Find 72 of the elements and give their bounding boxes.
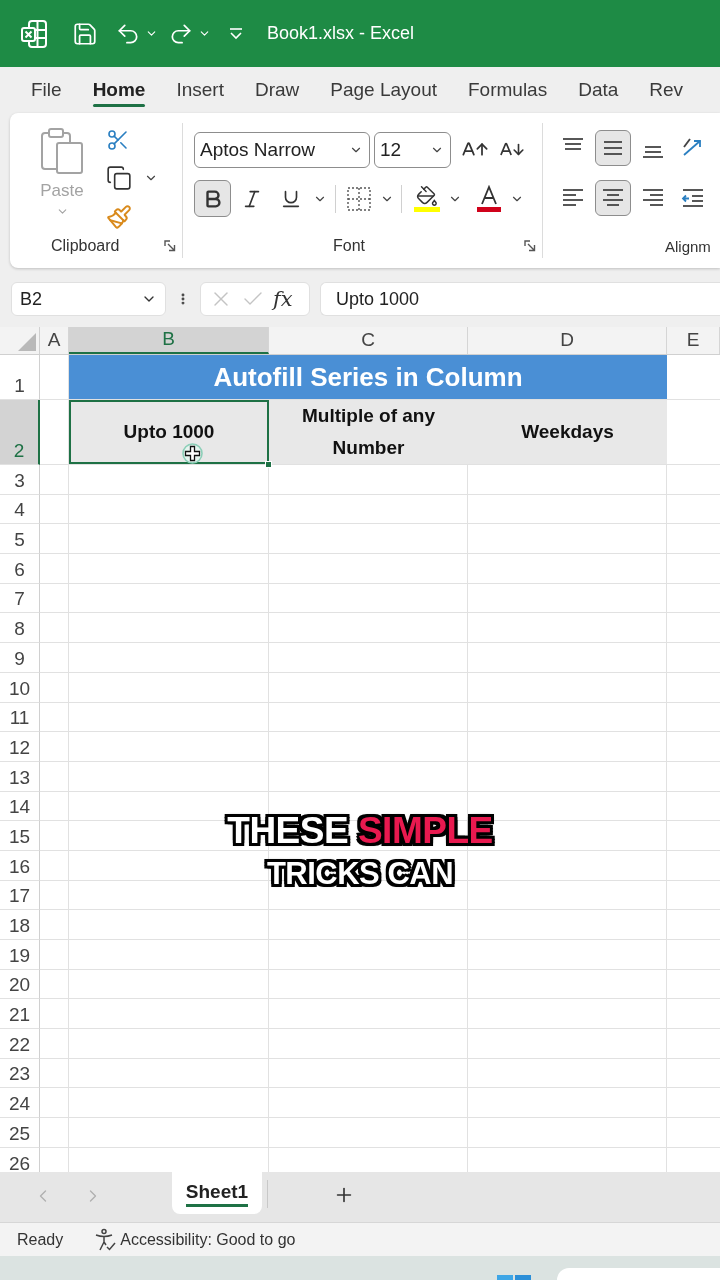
ribbon-tab[interactable]: Page Layout (330, 67, 437, 113)
row-header[interactable]: 20 (0, 969, 40, 1000)
row-header[interactable]: 6 (0, 554, 40, 584)
font-name-dropdown[interactable]: Aptos Narrow (194, 132, 370, 168)
row-header[interactable]: 11 (0, 702, 40, 733)
taskbar-search-field[interactable] (557, 1268, 720, 1280)
dialog-launcher-icon[interactable] (164, 240, 176, 252)
save-icon[interactable] (72, 20, 98, 47)
row-header[interactable]: 25 (0, 1118, 40, 1148)
fill-handle[interactable] (265, 461, 272, 468)
row-header[interactable]: 18 (0, 910, 40, 940)
ribbon-tab[interactable]: Draw (254, 67, 300, 113)
row-header[interactable]: 5 (0, 524, 40, 555)
caption-text: THESE SIMPLE (219, 806, 501, 856)
window-title: Book1.xlsx - Excel (267, 22, 415, 45)
bold-button[interactable] (194, 180, 231, 217)
row-header[interactable]: 23 (0, 1058, 40, 1089)
scissors-icon[interactable] (106, 128, 130, 152)
excel-logo-icon[interactable] (20, 18, 48, 49)
header-cell[interactable]: Upto 1000 (69, 400, 269, 464)
column-header[interactable]: C (269, 327, 468, 354)
windows-logo-icon[interactable] (497, 1275, 531, 1280)
row-header[interactable]: 17 (0, 880, 40, 911)
fill-color-icon[interactable] (414, 185, 440, 212)
status-text: Ready (17, 1229, 64, 1250)
header-cell[interactable]: Weekdays (468, 400, 667, 464)
row-header[interactable]: 10 (0, 672, 40, 703)
column-header[interactable]: D (468, 327, 667, 354)
row-header[interactable]: 4 (0, 494, 40, 525)
accessibility-icon[interactable] (93, 1227, 118, 1252)
row-header[interactable]: 15 (0, 821, 40, 851)
group-label: Alignm (665, 236, 711, 257)
paintbrush-icon[interactable] (106, 204, 132, 230)
row-header[interactable]: 1 (0, 355, 40, 400)
row-header[interactable]: 24 (0, 1088, 40, 1119)
insert-function-button[interactable]: fx (273, 288, 293, 310)
row-header[interactable]: 14 (0, 791, 40, 822)
row-header[interactable]: 16 (0, 850, 40, 881)
row-header[interactable]: 7 (0, 583, 40, 614)
row-header[interactable]: 9 (0, 643, 40, 673)
formula-input[interactable]: Upto 1000 (320, 282, 720, 316)
row-header[interactable]: 2 (0, 400, 40, 465)
copy-icon[interactable] (106, 165, 132, 191)
header-cell[interactable]: Multiple of any Number (269, 400, 468, 464)
accessibility-status[interactable]: Accessibility: Good to go (120, 1227, 296, 1252)
row-header[interactable]: 12 (0, 732, 40, 762)
font-color-icon[interactable] (476, 184, 502, 213)
clipboard-icon (39, 127, 85, 175)
row-header[interactable]: 19 (0, 940, 40, 970)
ribbon-tab[interactable]: Home (92, 67, 146, 113)
customize-toolbar-icon[interactable] (229, 27, 243, 40)
row-header[interactable]: 3 (0, 465, 40, 495)
ribbon-tab[interactable]: Insert (176, 67, 224, 113)
ribbon-tab[interactable]: Formulas (468, 67, 548, 113)
borders-icon[interactable] (346, 185, 372, 212)
ribbon-tab[interactable]: Rev (649, 67, 684, 113)
row-header[interactable]: 13 (0, 761, 40, 792)
name-box[interactable]: B2 (11, 282, 166, 316)
font-size-dropdown[interactable]: 12 (374, 132, 451, 168)
ribbon-tab[interactable]: File (31, 67, 62, 113)
row-header[interactable]: 8 (0, 613, 40, 644)
caption-text: TRICKS CAN (263, 855, 456, 893)
row-header[interactable]: 22 (0, 1029, 40, 1059)
ribbon-tab[interactable]: Data (578, 67, 619, 113)
column-header[interactable]: E (667, 327, 720, 354)
sheet-tab[interactable]: Sheet1 (172, 1172, 262, 1214)
mouse-cursor-icon (182, 443, 203, 464)
group-label: Font (333, 236, 365, 256)
column-header[interactable]: B (69, 327, 269, 354)
dialog-launcher-icon[interactable] (524, 240, 536, 252)
group-label: Clipboard (51, 236, 120, 256)
row-header[interactable]: 21 (0, 999, 40, 1030)
